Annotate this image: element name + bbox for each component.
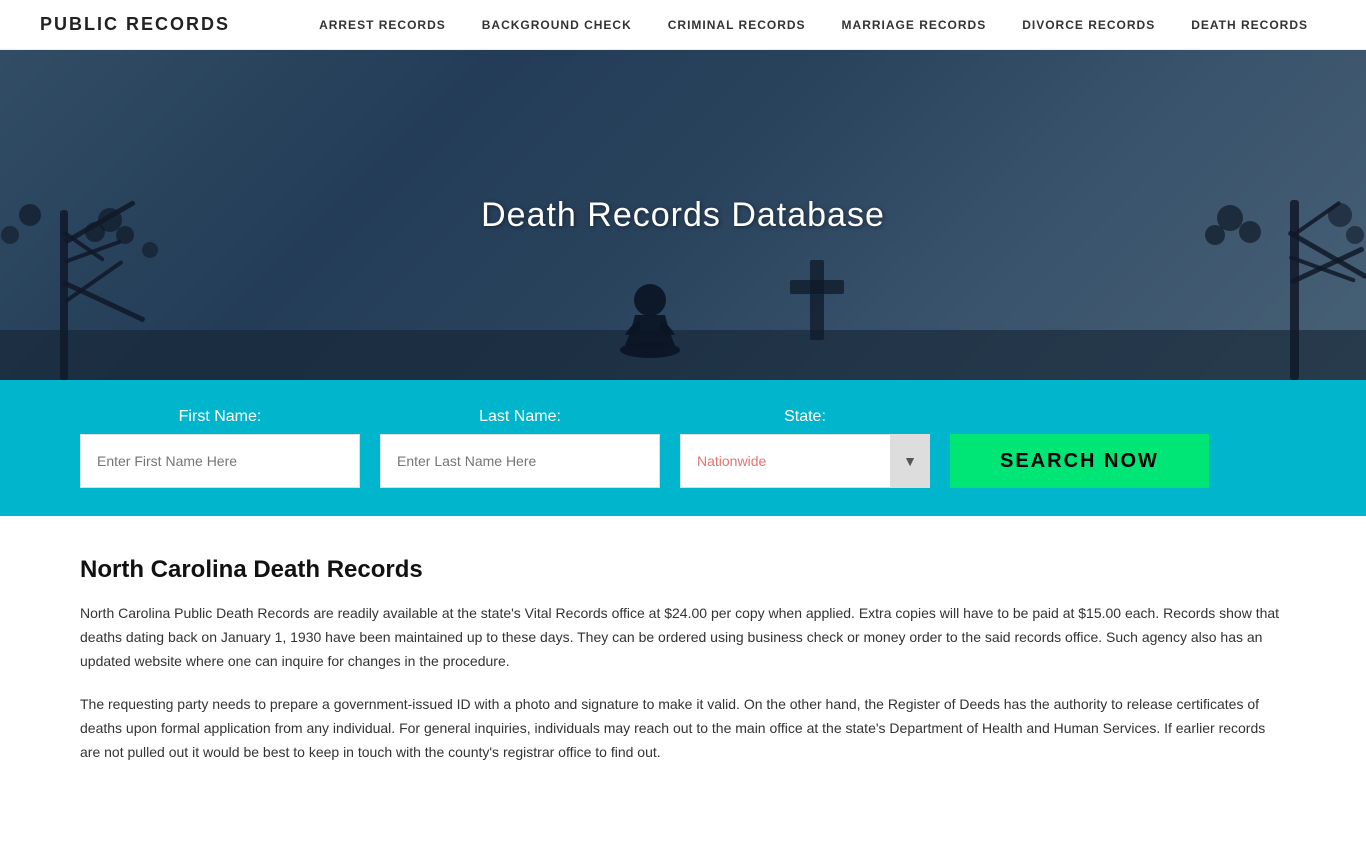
header: PUBLIC RECORDS ARREST RECORDSBACKGROUND … (0, 0, 1366, 50)
state-label: State: (680, 408, 930, 426)
main-content: North Carolina Death Records North Carol… (0, 516, 1366, 845)
first-name-label: First Name: (80, 408, 360, 426)
state-select-wrapper: Nationwide Alabama Alaska Arizona Arkans… (680, 434, 930, 488)
last-name-label: Last Name: (380, 408, 660, 426)
site-title: PUBLIC RECORDS (40, 14, 230, 35)
content-heading: North Carolina Death Records (80, 556, 1286, 584)
first-name-input[interactable] (80, 434, 360, 488)
last-name-input[interactable] (380, 434, 660, 488)
last-name-field: Last Name: (380, 408, 660, 488)
state-select[interactable]: Nationwide Alabama Alaska Arizona Arkans… (680, 434, 930, 488)
search-button[interactable]: SEARCH NOW (950, 434, 1209, 488)
nav-link-death-records[interactable]: DEATH RECORDS (1173, 18, 1326, 32)
search-bar: First Name: Last Name: State: Nationwide… (0, 380, 1366, 516)
content-paragraph-2: The requesting party needs to prepare a … (80, 693, 1286, 764)
nav-link-divorce-records[interactable]: DIVORCE RECORDS (1004, 18, 1173, 32)
state-field: State: Nationwide Alabama Alaska Arizona… (680, 408, 930, 488)
content-paragraph-1: North Carolina Public Death Records are … (80, 602, 1286, 673)
nav-link-arrest-records[interactable]: ARREST RECORDS (301, 18, 464, 32)
hero-section: Death Records Database (0, 50, 1366, 380)
main-nav: ARREST RECORDSBACKGROUND CHECKCRIMINAL R… (301, 18, 1326, 32)
nav-link-marriage-records[interactable]: MARRIAGE RECORDS (824, 18, 1005, 32)
hero-title: Death Records Database (481, 196, 885, 235)
first-name-field: First Name: (80, 408, 360, 488)
nav-link-criminal-records[interactable]: CRIMINAL RECORDS (650, 18, 824, 32)
nav-link-background-check[interactable]: BACKGROUND CHECK (464, 18, 650, 32)
